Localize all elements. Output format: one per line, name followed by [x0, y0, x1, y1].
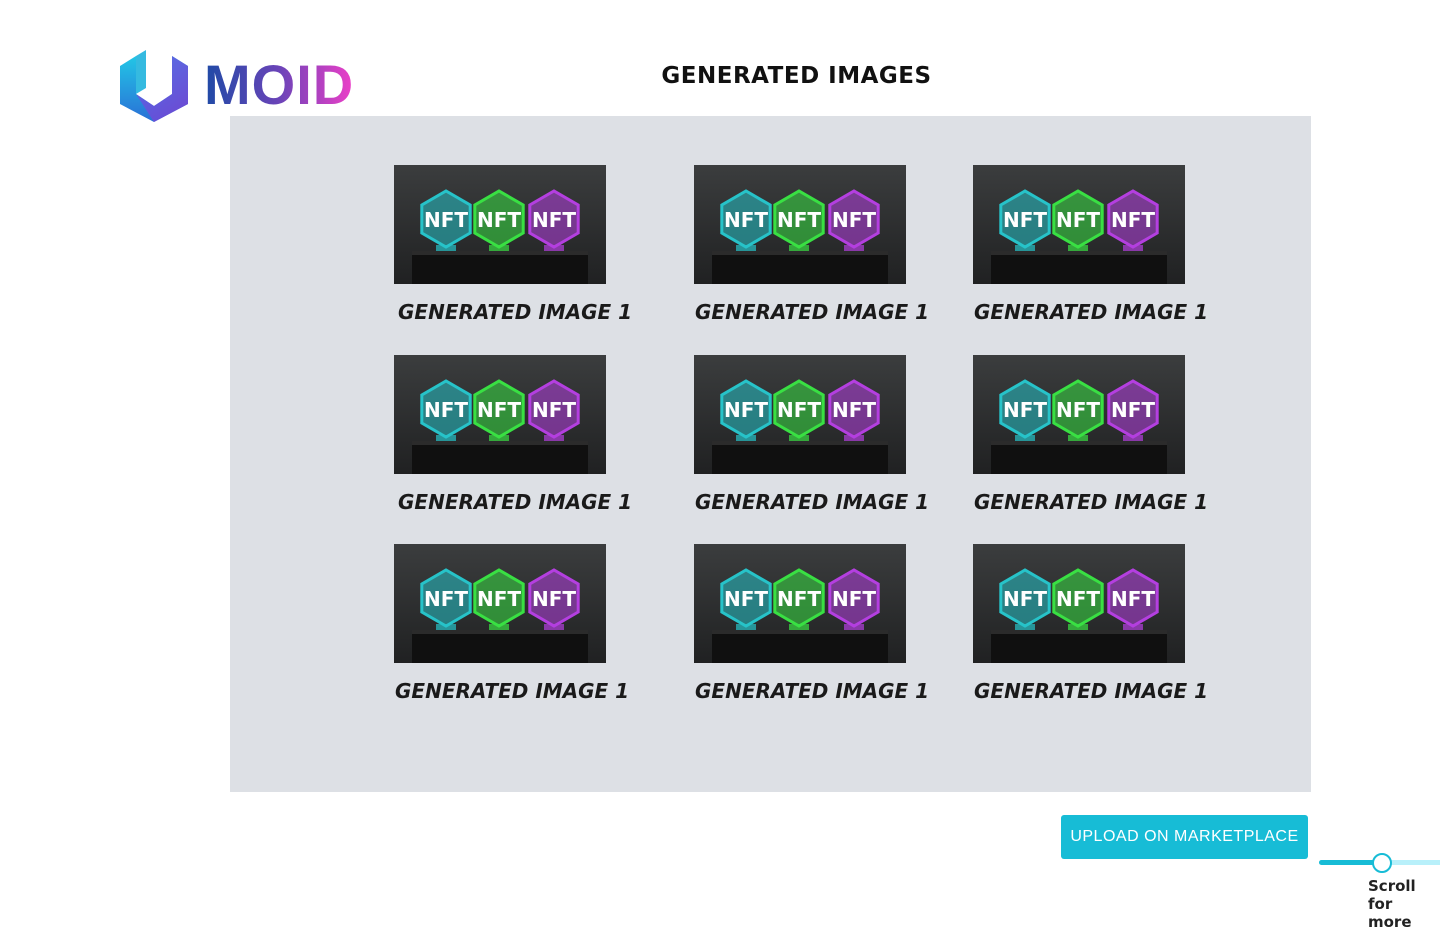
svg-text:NFT: NFT: [424, 398, 468, 422]
svg-text:NFT: NFT: [532, 587, 576, 611]
generated-image-label: GENERATED IMAGE 1: [695, 490, 930, 514]
generated-image-label: GENERATED IMAGE 1: [398, 300, 633, 324]
gallery-card[interactable]: NFT NFT NFT GENERATED IMAGE 1: [973, 165, 1209, 324]
svg-text:NFT: NFT: [1056, 587, 1100, 611]
generated-image-thumbnail[interactable]: NFT NFT NFT: [394, 165, 606, 284]
generated-image-thumbnail[interactable]: NFT NFT NFT: [973, 165, 1185, 284]
gallery-card[interactable]: NFT NFT NFT GENERATED IMAGE 1: [973, 544, 1209, 703]
generated-image-thumbnail[interactable]: NFT NFT NFT: [394, 544, 606, 663]
svg-text:NFT: NFT: [832, 587, 876, 611]
svg-text:NFT: NFT: [1056, 208, 1100, 232]
scroll-slider[interactable]: [1319, 853, 1440, 873]
generated-image-label: GENERATED IMAGE 1: [695, 300, 930, 324]
svg-text:NFT: NFT: [777, 398, 821, 422]
svg-text:NFT: NFT: [424, 587, 468, 611]
svg-text:NFT: NFT: [832, 208, 876, 232]
upload-on-marketplace-button[interactable]: UPLOAD ON MARKETPLACE: [1061, 815, 1308, 859]
gallery-card[interactable]: NFT NFT NFT GENERATED IMAGE 1: [694, 165, 930, 324]
gallery-card[interactable]: NFT NFT NFT GENERATED IMAGE 1: [394, 165, 633, 324]
gallery-card[interactable]: NFT NFT NFT GENERATED IMAGE 1: [694, 544, 930, 703]
generated-image-thumbnail[interactable]: NFT NFT NFT: [694, 355, 906, 474]
scroll-caption: Scroll for more: [1368, 877, 1416, 931]
generated-image-thumbnail[interactable]: NFT NFT NFT: [694, 165, 906, 284]
generated-image-label: GENERATED IMAGE 1: [974, 490, 1209, 514]
svg-text:NFT: NFT: [424, 208, 468, 232]
gallery-panel[interactable]: NFT NFT NFT GENERATED IMAGE 1 NFT NFT NFT GENER…: [230, 116, 1440, 931]
svg-text:NFT: NFT: [1003, 398, 1047, 422]
generated-image-label: GENERATED IMAGE 1: [395, 679, 630, 703]
generated-image-label: GENERATED IMAGE 1: [974, 300, 1209, 324]
gallery-card[interactable]: NFT NFT NFT GENERATED IMAGE 1: [394, 544, 630, 703]
generated-image-thumbnail[interactable]: NFT NFT NFT: [394, 355, 606, 474]
generated-image-thumbnail[interactable]: NFT NFT NFT: [973, 544, 1185, 663]
gallery-card[interactable]: NFT NFT NFT GENERATED IMAGE 1: [394, 355, 633, 514]
svg-text:NFT: NFT: [532, 398, 576, 422]
svg-text:NFT: NFT: [532, 208, 576, 232]
page-title: GENERATED IMAGES: [661, 63, 932, 89]
gallery-card[interactable]: NFT NFT NFT GENERATED IMAGE 1: [694, 355, 930, 514]
svg-text:NFT: NFT: [477, 208, 521, 232]
svg-text:NFT: NFT: [477, 398, 521, 422]
gallery-card[interactable]: NFT NFT NFT GENERATED IMAGE 1: [973, 355, 1209, 514]
slider-handle[interactable]: [1371, 853, 1392, 873]
svg-text:NFT: NFT: [1111, 208, 1155, 232]
svg-text:NFT: NFT: [724, 208, 768, 232]
svg-text:NFT: NFT: [777, 208, 821, 232]
generated-image-label: GENERATED IMAGE 1: [398, 490, 633, 514]
svg-text:NFT: NFT: [1056, 398, 1100, 422]
generated-image-thumbnail[interactable]: NFT NFT NFT: [694, 544, 906, 663]
svg-text:NFT: NFT: [832, 398, 876, 422]
svg-text:NFT: NFT: [1003, 208, 1047, 232]
svg-text:NFT: NFT: [477, 587, 521, 611]
svg-text:NFT: NFT: [1003, 587, 1047, 611]
generated-image-label: GENERATED IMAGE 1: [695, 679, 930, 703]
generated-image-thumbnail[interactable]: NFT NFT NFT: [973, 355, 1185, 474]
svg-text:NFT: NFT: [777, 587, 821, 611]
svg-text:NFT: NFT: [1111, 587, 1155, 611]
svg-text:NFT: NFT: [724, 398, 768, 422]
svg-text:NFT: NFT: [724, 587, 768, 611]
generated-image-label: GENERATED IMAGE 1: [974, 679, 1209, 703]
svg-text:NFT: NFT: [1111, 398, 1155, 422]
